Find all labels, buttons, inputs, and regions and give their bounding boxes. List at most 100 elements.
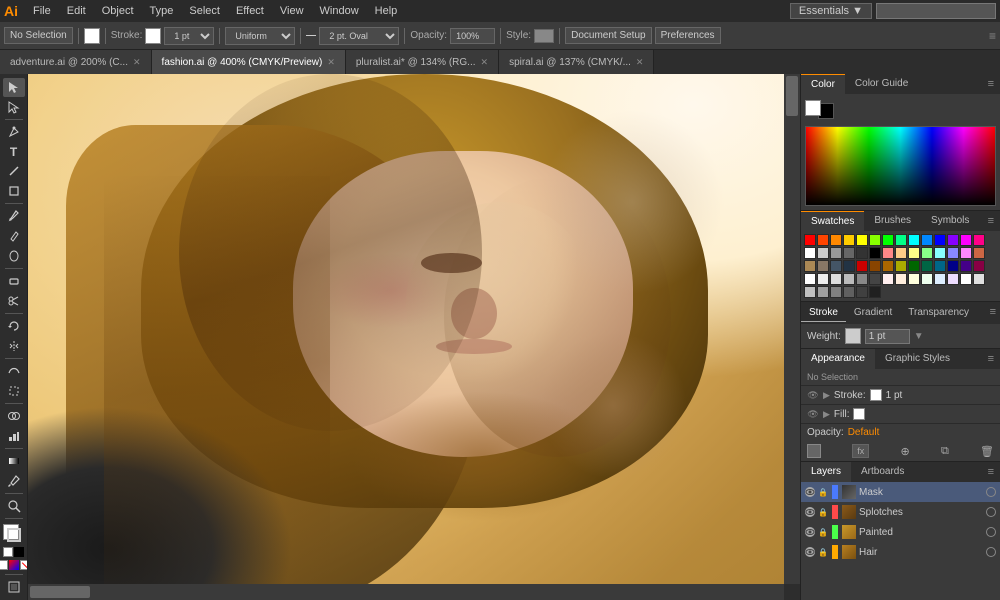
opacity-input[interactable] — [450, 28, 495, 44]
stroke-weight-select[interactable]: 1 pt — [164, 27, 214, 45]
color-swatch[interactable] — [869, 273, 881, 285]
graphic-styles-tab[interactable]: Graphic Styles — [875, 349, 960, 369]
appearance-fill-row[interactable]: 👁 ▶ Fill: — [801, 405, 1000, 424]
stroke-box[interactable] — [7, 528, 21, 542]
color-swatch[interactable] — [882, 247, 894, 259]
color-swatch[interactable] — [895, 234, 907, 246]
stroke-color[interactable] — [145, 28, 161, 44]
color-swatch[interactable] — [908, 273, 920, 285]
new-appearance-btn[interactable]: ⊕ — [900, 445, 909, 458]
color-swatch[interactable] — [947, 273, 959, 285]
reflect-tool[interactable] — [3, 336, 25, 355]
color-swatch[interactable] — [830, 234, 842, 246]
artboard-tool[interactable] — [3, 578, 25, 597]
layer-painted-circle[interactable] — [986, 527, 996, 537]
tab-adventure-close[interactable]: ✕ — [133, 57, 141, 68]
layer-painted-vis[interactable] — [805, 527, 815, 537]
color-swatch[interactable] — [960, 260, 972, 272]
fill-stroke-boxes[interactable] — [3, 524, 25, 543]
color-swatch[interactable] — [804, 260, 816, 272]
selection-tool[interactable] — [3, 78, 25, 97]
h-scrollbar-thumb[interactable] — [30, 586, 90, 598]
color-swatch[interactable] — [817, 234, 829, 246]
color-spectrum[interactable] — [805, 126, 996, 206]
menu-view[interactable]: View — [273, 3, 311, 19]
none-mode[interactable] — [20, 560, 29, 570]
color-swatch[interactable] — [804, 273, 816, 285]
color-swatch[interactable] — [973, 234, 985, 246]
search-input[interactable] — [876, 3, 996, 19]
color-swatch[interactable] — [856, 234, 868, 246]
direct-selection-tool[interactable] — [3, 98, 25, 117]
vertical-scrollbar[interactable] — [784, 74, 800, 584]
stroke-visibility-icon[interactable]: 👁 — [807, 390, 819, 401]
tab-fashion-close[interactable]: ✕ — [327, 57, 335, 68]
swatches-tab[interactable]: Swatches — [801, 211, 864, 231]
fill-color-box[interactable] — [84, 28, 100, 44]
preferences-button[interactable]: Preferences — [655, 27, 721, 44]
color-swatch[interactable] — [882, 273, 894, 285]
duplicate-appearance-btn[interactable]: ⧉ — [941, 445, 949, 458]
color-swatch[interactable] — [973, 260, 985, 272]
eraser-tool[interactable] — [3, 272, 25, 291]
fx-button[interactable]: fx — [852, 444, 869, 458]
toolbar-options-icon[interactable]: ≡ — [989, 29, 996, 43]
swatches-panel-menu[interactable]: ≡ — [982, 211, 1000, 231]
line-tool[interactable] — [3, 162, 25, 181]
menu-file[interactable]: File — [26, 3, 58, 19]
stroke-weight-input[interactable] — [865, 329, 910, 344]
color-swatch[interactable] — [843, 234, 855, 246]
color-swatch[interactable] — [921, 273, 933, 285]
paintbrush-tool[interactable] — [3, 207, 25, 226]
color-swatch[interactable] — [908, 247, 920, 259]
menu-effect[interactable]: Effect — [229, 3, 271, 19]
eyedropper-tool[interactable] — [3, 471, 25, 490]
color-guide-tab[interactable]: Color Guide — [845, 74, 918, 94]
fill-visibility-icon[interactable]: 👁 — [807, 409, 819, 420]
color-swatch[interactable] — [947, 247, 959, 259]
delete-appearance-btn[interactable]: 🗑 — [980, 445, 994, 458]
pen-tool[interactable] — [3, 123, 25, 142]
white-mode[interactable] — [0, 560, 8, 570]
stroke-color-swatch[interactable] — [870, 389, 882, 401]
horizontal-scrollbar[interactable] — [28, 584, 784, 600]
tab-adventure[interactable]: adventure.ai @ 200% (C... ✕ — [0, 50, 152, 74]
color-swatch[interactable] — [934, 247, 946, 259]
color-swatch[interactable] — [843, 260, 855, 272]
color-swatch[interactable] — [869, 234, 881, 246]
tab-pluralist-close[interactable]: ✕ — [481, 57, 489, 68]
layer-splotches-vis[interactable] — [805, 507, 815, 517]
color-swatch[interactable] — [843, 286, 855, 298]
color-swatch[interactable] — [921, 247, 933, 259]
color-swatch[interactable] — [947, 234, 959, 246]
color-swatch[interactable] — [869, 247, 881, 259]
color-swatch[interactable] — [869, 260, 881, 272]
free-transform-tool[interactable] — [3, 381, 25, 400]
color-swatch[interactable] — [973, 273, 985, 285]
style-preview[interactable] — [534, 29, 554, 43]
gradient-mode[interactable] — [9, 560, 19, 570]
color-swatch[interactable] — [817, 247, 829, 259]
color-swatch[interactable] — [882, 234, 894, 246]
color-swatch[interactable] — [895, 260, 907, 272]
fill-expand-icon[interactable]: ▶ — [823, 409, 830, 420]
type-tool[interactable]: T — [3, 143, 25, 162]
stroke-tab[interactable]: Stroke — [801, 304, 846, 322]
color-swatch[interactable] — [895, 273, 907, 285]
color-swatch[interactable] — [921, 234, 933, 246]
layer-hair-lock[interactable]: 🔒 — [818, 548, 828, 557]
fill-color-swatch[interactable] — [853, 408, 865, 420]
color-swatch[interactable] — [830, 273, 842, 285]
color-swatch[interactable] — [856, 247, 868, 259]
color-swatch[interactable] — [934, 273, 946, 285]
layer-mask-vis[interactable] — [805, 487, 815, 497]
color-swatch[interactable] — [895, 247, 907, 259]
color-swatch[interactable] — [921, 260, 933, 272]
white-fill[interactable] — [3, 547, 13, 557]
document-setup-button[interactable]: Document Setup — [565, 27, 652, 44]
layers-panel-menu[interactable]: ≡ — [982, 462, 1000, 482]
rotate-tool[interactable] — [3, 317, 25, 336]
tab-spiral-close[interactable]: ✕ — [636, 57, 644, 68]
rect-tool[interactable] — [3, 182, 25, 201]
foreground-color[interactable] — [805, 100, 821, 116]
